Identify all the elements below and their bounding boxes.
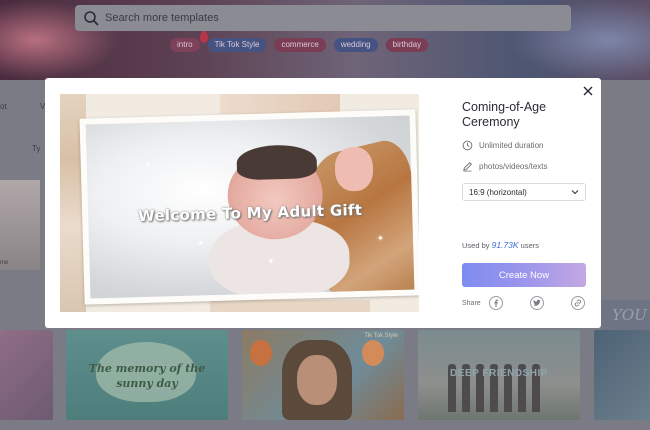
search-bar[interactable] <box>75 5 571 31</box>
preview-photo-frame: Welcome To My Adult Gift <box>79 109 419 305</box>
duration-text: Unlimited duration <box>479 141 544 150</box>
facebook-share-button[interactable] <box>489 296 503 310</box>
search-icon <box>84 11 99 26</box>
tag-intro[interactable]: intro <box>170 38 200 52</box>
aspect-ratio-select[interactable]: 16:9 (horizontal) <box>462 183 586 201</box>
template-card[interactable] <box>594 330 650 420</box>
close-icon[interactable] <box>581 84 595 98</box>
sparkle-decoration <box>378 236 382 240</box>
media-text: photos/videos/texts <box>479 162 548 171</box>
card-caption: DEEP FRIENDSHIP <box>450 368 548 379</box>
tag-birthday[interactable]: birthday <box>385 38 429 52</box>
duration-row: Unlimited duration <box>462 140 543 151</box>
media-row: photos/videos/texts <box>462 161 547 172</box>
tag-list: intro Tik Tok Style commerce wedding bir… <box>170 38 429 52</box>
preview-photo-edge <box>210 300 370 312</box>
tag-tiktok-style[interactable]: Tik Tok Style <box>207 38 267 52</box>
baby-hand <box>334 146 374 192</box>
card-label: Tik Tok Style <box>364 333 398 339</box>
template-card[interactable] <box>0 330 53 420</box>
create-now-button[interactable]: Create Now <box>462 263 586 287</box>
used-by-count: 91.73K <box>491 240 519 250</box>
share-row: Share <box>462 295 586 311</box>
sparkle-decoration <box>269 259 273 263</box>
clock-icon <box>462 140 473 151</box>
bg-fragment-text: YOU <box>612 306 647 324</box>
used-by-prefix: Used by <box>462 241 490 250</box>
link-icon <box>574 299 582 307</box>
template-preview-video[interactable]: Welcome To My Adult Gift <box>60 94 419 312</box>
background-left-panel: ot V Ty me <box>0 80 45 330</box>
bg-fragment-label: Ty <box>32 144 41 153</box>
balloon-decoration <box>250 340 272 366</box>
bg-template-thumbnail[interactable] <box>0 180 40 270</box>
tag-commerce[interactable]: commerce <box>274 38 326 52</box>
card-caption: The memory of the <box>88 362 206 375</box>
bg-fragment-label: me <box>0 260 9 266</box>
twitter-icon <box>533 299 541 306</box>
usage-count: Used by 91.73K users <box>462 240 539 250</box>
sparkle-decoration <box>198 241 203 245</box>
baby-hair <box>236 144 318 181</box>
template-title: Coming-of-Age Ceremony <box>462 100 547 129</box>
person-face <box>297 355 337 405</box>
chevron-down-icon <box>571 190 579 195</box>
facebook-icon <box>494 299 498 307</box>
background-right-panel <box>601 80 650 330</box>
card-caption: sunny day <box>116 377 178 390</box>
copy-link-button[interactable] <box>571 296 585 310</box>
template-card[interactable]: DEEP FRIENDSHIP <box>418 330 580 420</box>
bg-fragment-label: ot <box>0 102 7 111</box>
twitter-share-button[interactable] <box>530 296 544 310</box>
template-card[interactable]: The memory of the sunny day <box>66 330 228 420</box>
template-preview-modal: Welcome To My Adult Gift Coming-of-Age C… <box>45 78 601 328</box>
pencil-icon <box>463 162 472 172</box>
share-label: Share <box>462 299 481 307</box>
template-grid: The memory of the sunny day Tik Tok Styl… <box>0 330 650 430</box>
used-by-suffix: users <box>520 241 539 250</box>
sparkle-decoration <box>146 162 150 166</box>
tag-wedding[interactable]: wedding <box>333 38 378 52</box>
baby-photo: Welcome To My Adult Gift <box>85 115 415 299</box>
aspect-ratio-value: 16:9 (horizontal) <box>469 187 527 197</box>
balloon-decoration <box>362 340 384 366</box>
search-input[interactable] <box>105 12 545 24</box>
template-card[interactable]: Tik Tok Style <box>242 330 404 420</box>
